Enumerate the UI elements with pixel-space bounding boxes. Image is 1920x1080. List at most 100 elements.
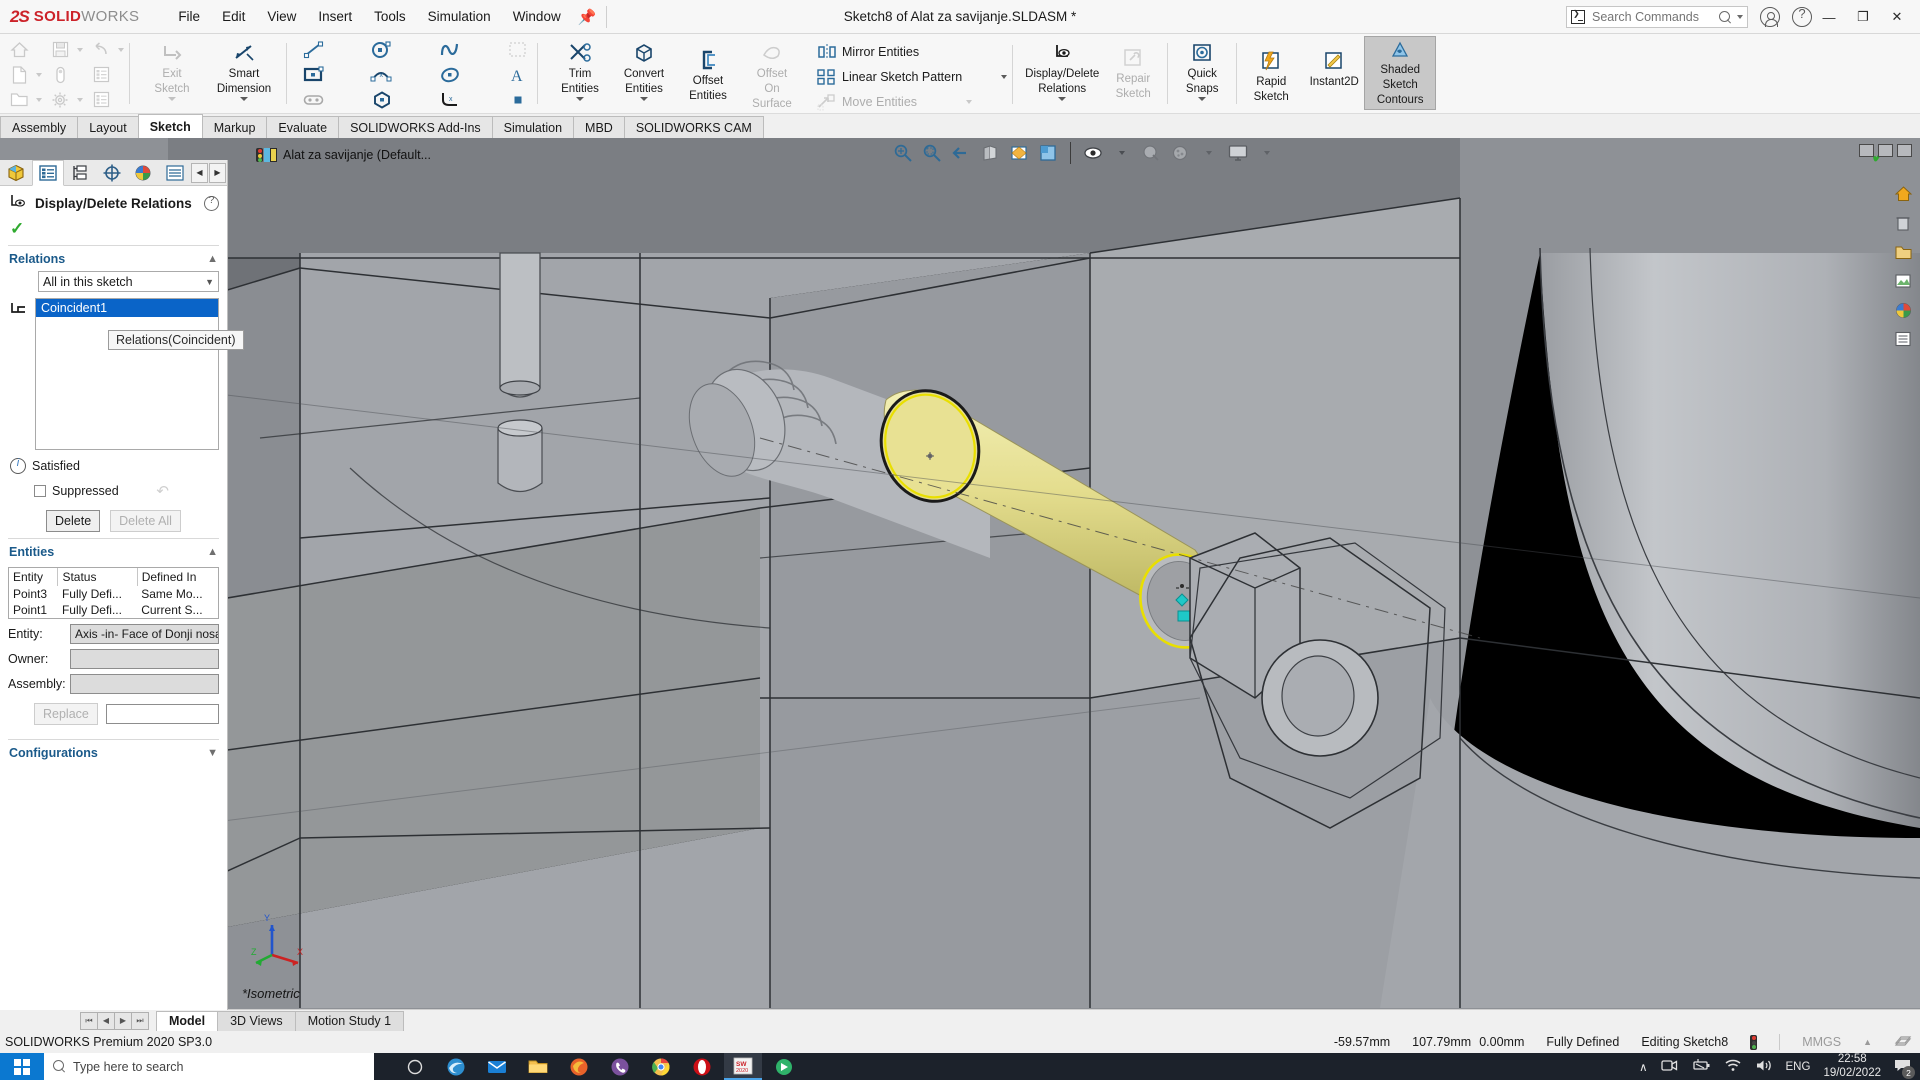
feature-manager-tree-tab[interactable]	[0, 160, 32, 186]
tab-next-button[interactable]: ▶	[114, 1011, 132, 1030]
extra-panel-tab[interactable]	[159, 160, 191, 186]
property-manager-tab[interactable]	[31, 159, 64, 186]
quick-snaps-button[interactable]: Quick Snaps	[1170, 37, 1234, 104]
properties-button[interactable]	[86, 62, 127, 87]
device-icon[interactable]	[1660, 1058, 1678, 1076]
app-icon[interactable]	[765, 1053, 803, 1080]
view-image-icon[interactable]	[1891, 269, 1915, 293]
point-tool[interactable]	[501, 87, 535, 112]
delete-button[interactable]: Delete	[46, 510, 101, 532]
arc-tool[interactable]: x	[365, 62, 399, 87]
chevron-down-icon[interactable]	[1109, 140, 1135, 166]
smart-dimension-button[interactable]: Smart Dimension	[204, 37, 284, 104]
new-document-button[interactable]	[4, 62, 45, 87]
view-delete-icon[interactable]	[1891, 211, 1915, 235]
menu-item-file[interactable]: File	[167, 4, 211, 29]
view-list-icon[interactable]	[1891, 327, 1915, 351]
edit-appearance-icon[interactable]	[1138, 140, 1164, 166]
replace-button[interactable]: Replace	[34, 703, 98, 725]
chevron-down-icon[interactable]	[118, 47, 124, 52]
taskbar-search-box[interactable]: Type here to search	[44, 1053, 374, 1080]
mail-icon[interactable]	[478, 1053, 516, 1080]
previous-view-icon[interactable]	[948, 140, 974, 166]
zoom-to-fit-icon[interactable]	[890, 140, 916, 166]
print-button[interactable]	[45, 62, 86, 87]
tab-assembly[interactable]: Assembly	[0, 116, 79, 138]
owner-field-value[interactable]	[70, 649, 219, 669]
chevron-down-icon[interactable]	[77, 47, 83, 52]
trim-entities-button[interactable]: Trim Entities	[548, 37, 612, 104]
display-style-icon[interactable]	[1035, 140, 1061, 166]
search-input[interactable]	[1590, 9, 1714, 25]
slot-tool[interactable]	[297, 87, 331, 112]
chevron-down-icon[interactable]	[77, 97, 83, 102]
pin-icon[interactable]: 📌	[578, 8, 597, 26]
battery-icon[interactable]	[1691, 1058, 1711, 1075]
dropdown-spline[interactable]	[467, 37, 501, 62]
user-account-icon[interactable]	[1760, 7, 1780, 27]
tab-layout[interactable]: Layout	[77, 116, 139, 138]
entities-table[interactable]: Entity Status Defined In Point3 Fully De…	[8, 567, 219, 619]
dropdown-line[interactable]	[331, 37, 365, 62]
polygon-tool[interactable]	[365, 87, 399, 112]
volume-icon[interactable]	[1755, 1058, 1773, 1076]
zoom-to-area-icon[interactable]	[919, 140, 945, 166]
circle-tool[interactable]	[365, 37, 399, 62]
relations-section-header[interactable]: Relations ▲	[0, 246, 227, 271]
minimize-button[interactable]: —	[1812, 1, 1846, 33]
chevron-down-icon[interactable]: ▼	[205, 277, 214, 287]
edge-icon[interactable]	[437, 1053, 475, 1080]
tab-model[interactable]: Model	[156, 1010, 219, 1031]
tab-last-button[interactable]: ⏭	[131, 1011, 149, 1030]
chevron-down-icon[interactable]	[168, 96, 176, 101]
tab-evaluate[interactable]: Evaluate	[266, 116, 340, 138]
rectangle-tool[interactable]	[297, 62, 331, 87]
instant2d-button[interactable]: Instant2D	[1303, 37, 1365, 92]
graphics-viewport[interactable]: Alat za savijanje (Default... X Y Z *Iso…	[0, 138, 1920, 1009]
offset-entities-button[interactable]: Offset Entities	[676, 37, 740, 106]
viewport-restore-button[interactable]	[1859, 144, 1874, 157]
line-tool[interactable]	[297, 37, 331, 62]
chevron-down-icon[interactable]	[36, 97, 42, 102]
relations-listbox[interactable]: Coincident1	[35, 298, 219, 450]
tab-solidworks-add-ins[interactable]: SOLIDWORKS Add-Ins	[338, 116, 493, 138]
tab-first-button[interactable]: ⏮	[80, 1011, 98, 1030]
undo-icon[interactable]: ↶	[156, 482, 169, 500]
tab-markup[interactable]: Markup	[201, 116, 268, 138]
wifi-icon[interactable]	[1724, 1058, 1742, 1075]
chevron-down-icon[interactable]	[966, 99, 973, 104]
repair-sketch-button[interactable]: Repair Sketch	[1101, 37, 1165, 104]
view-settings-icon[interactable]	[1225, 140, 1251, 166]
menu-item-window[interactable]: Window	[502, 4, 572, 29]
rapid-sketch-button[interactable]: Rapid Sketch	[1239, 37, 1303, 107]
menu-item-simulation[interactable]: Simulation	[417, 4, 502, 29]
entity-field-value[interactable]: Axis -in- Face of Donji nosa	[70, 624, 219, 644]
tray-chevron-icon[interactable]: ∧	[1639, 1060, 1647, 1074]
restore-button[interactable]: ❐	[1846, 1, 1880, 33]
chevron-down-icon[interactable]	[1254, 140, 1280, 166]
suppressed-checkbox[interactable]	[34, 485, 46, 497]
open-button[interactable]	[4, 87, 45, 112]
chevron-down-icon[interactable]	[1058, 96, 1067, 101]
tab-3d-views[interactable]: 3D Views	[217, 1010, 296, 1031]
search-commands-box[interactable]	[1566, 6, 1748, 28]
table-row[interactable]: Point3 Fully Defi... Same Mo...	[9, 586, 218, 602]
heads-up-view-toolbar[interactable]	[890, 140, 1280, 166]
chevron-down-icon[interactable]	[36, 72, 42, 77]
menu-item-edit[interactable]: Edit	[211, 4, 256, 29]
nav-next-button[interactable]: ▶	[209, 162, 226, 183]
language-indicator[interactable]: ENG	[1786, 1061, 1811, 1073]
help-icon[interactable]	[1792, 6, 1812, 27]
notifications-icon[interactable]: 2	[1894, 1058, 1915, 1079]
fillet-tool[interactable]: x	[433, 87, 467, 112]
search-icon[interactable]	[1719, 10, 1732, 24]
entities-section-header[interactable]: Entities ▲	[0, 539, 227, 564]
units-label[interactable]: MMGS	[1802, 1035, 1841, 1049]
view-orientation-icon[interactable]	[1006, 140, 1032, 166]
display-manager-tab[interactable]	[127, 160, 159, 186]
dropdown-ellipse[interactable]	[467, 62, 501, 87]
dropdown-rect[interactable]	[331, 62, 365, 87]
tab-mbd[interactable]: MBD	[573, 116, 625, 138]
move-entities-button[interactable]: Move Entities	[812, 89, 1010, 114]
list-item[interactable]: Coincident1	[36, 299, 218, 317]
